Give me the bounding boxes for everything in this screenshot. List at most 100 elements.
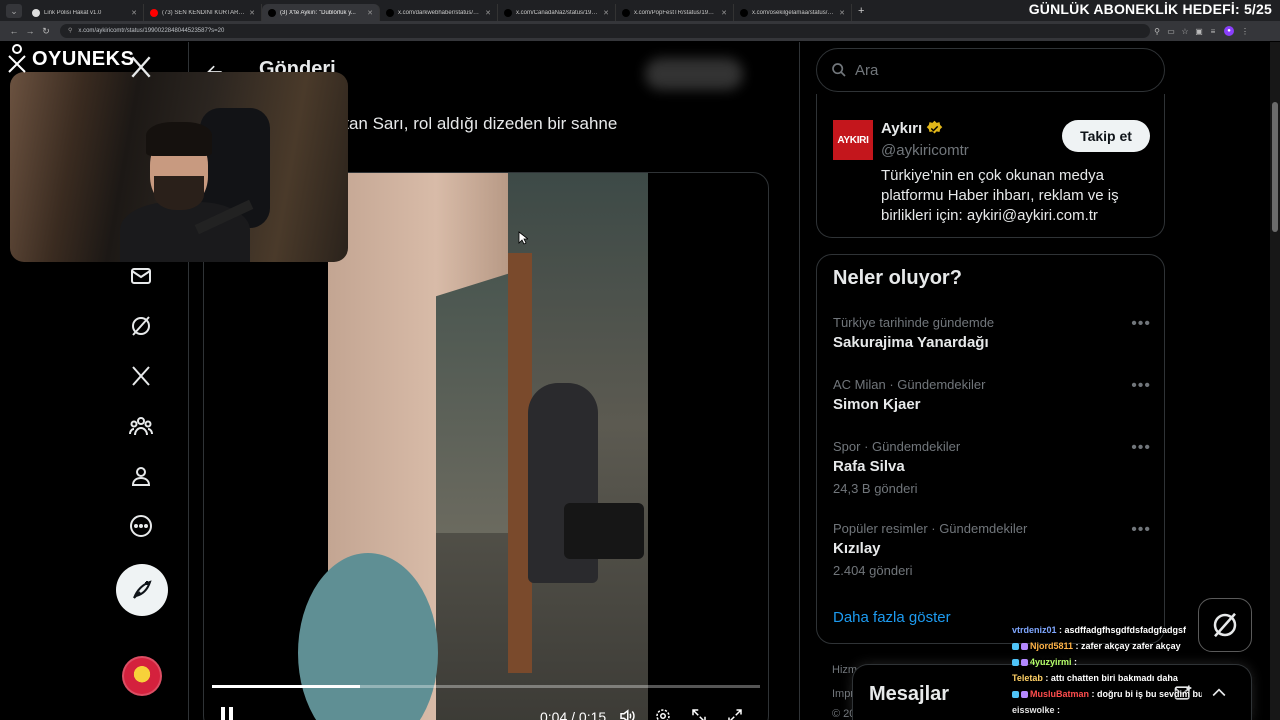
browser-tab[interactable]: (3) X'te Aykırı: "Dublörlük y... ✕ bbox=[262, 4, 380, 21]
trend-item[interactable]: Spor · Gündemdekiler Rafa Silva 24,3 B g… bbox=[833, 439, 1151, 499]
new-tab-button[interactable]: + bbox=[858, 5, 864, 17]
reload-icon[interactable]: ↻ bbox=[38, 26, 54, 37]
chat-badge-icon bbox=[1012, 659, 1019, 666]
tab-search-button[interactable]: ⌄ bbox=[6, 3, 22, 18]
scrollbar-thumb[interactable] bbox=[1272, 102, 1278, 232]
browser-menu-icon[interactable]: ⋮ bbox=[1238, 27, 1252, 36]
more-nav-icon[interactable] bbox=[116, 506, 166, 546]
chat-message: 4yuzyirmi : bbox=[1012, 654, 1202, 670]
browser-tab[interactable]: (73) SEN KENDİNİ KURTAR | 5... ✕ bbox=[144, 4, 262, 21]
chat-separator: : bbox=[1042, 673, 1051, 683]
account-name[interactable]: Aykırı bbox=[881, 120, 922, 137]
chat-separator: : bbox=[1089, 689, 1098, 699]
close-tab-icon[interactable]: ✕ bbox=[603, 9, 609, 17]
tab-label: (3) X'te Aykırı: "Dublörlük y... bbox=[280, 9, 356, 16]
picture-in-picture-icon[interactable] bbox=[690, 707, 708, 720]
communities-icon[interactable] bbox=[116, 406, 166, 446]
chat-message: vtrdeniz01 : asdffadgfhsgdfdsfadgfadgsf bbox=[1012, 622, 1202, 638]
trend-name: Kızılay bbox=[833, 540, 881, 557]
tab-label: Link Polisi Hakat v1.0 bbox=[44, 9, 102, 16]
address-bar[interactable]: ⚲ x.com/aykiricomtr/status/19900228480445… bbox=[60, 24, 1150, 38]
bookmark-star-icon[interactable]: ☆ bbox=[1178, 27, 1192, 36]
trend-item[interactable]: Türkiye tarihinde gündemde Sakurajima Ya… bbox=[833, 315, 1151, 375]
video-frame[interactable] bbox=[298, 173, 648, 720]
trend-meta: Türkiye tarihinde gündemde bbox=[833, 315, 995, 330]
pause-icon[interactable] bbox=[218, 705, 236, 720]
grok-nav-icon[interactable] bbox=[116, 306, 166, 346]
extension-icon[interactable]: ≡ bbox=[1206, 27, 1220, 36]
video-controls: 0:04 / 0:15 bbox=[204, 699, 768, 720]
trend-meta: Spor · Gündemdekiler bbox=[833, 439, 961, 454]
trend-item[interactable]: AC Milan · Gündemdekiler Simon Kjaer ••• bbox=[833, 377, 1151, 437]
chat-separator: : bbox=[1054, 705, 1061, 715]
chat-text: zafer akçay zafer akçay bbox=[1081, 641, 1181, 651]
browser-tab[interactable]: x.com/PopFestTR/status/19893... ✕ bbox=[616, 4, 734, 21]
browser-tab[interactable]: x.com/osekilgelamaa/status/19... ✕ bbox=[734, 4, 852, 21]
browser-tab[interactable]: x.com/CanadaNaz/status/1989... ✕ bbox=[498, 4, 616, 21]
back-icon[interactable]: ← bbox=[6, 26, 22, 36]
close-tab-icon[interactable]: ✕ bbox=[131, 9, 137, 17]
webcam-streamer-beard bbox=[154, 176, 204, 210]
account-avatar[interactable] bbox=[122, 656, 162, 696]
aykiri-logo[interactable]: AYKIRI bbox=[833, 120, 873, 160]
zoom-icon[interactable]: ⚲ bbox=[1150, 27, 1164, 36]
browser-tab[interactable]: Link Polisi Hakat v1.0 ✕ bbox=[26, 4, 144, 21]
chat-separator: : bbox=[1071, 657, 1078, 667]
more-options-icon[interactable]: ••• bbox=[1131, 315, 1151, 333]
forward-icon[interactable]: → bbox=[22, 26, 38, 36]
chat-separator: : bbox=[1056, 625, 1065, 635]
chevron-up-icon[interactable] bbox=[1209, 683, 1229, 703]
grok-floating-button[interactable] bbox=[1198, 598, 1252, 652]
more-options-icon[interactable]: ••• bbox=[1131, 377, 1151, 395]
cast-icon[interactable]: ▭ bbox=[1164, 27, 1178, 36]
close-tab-icon[interactable]: ✕ bbox=[721, 9, 727, 17]
stream-brand-logo: OYUNEKS bbox=[6, 44, 134, 74]
close-tab-icon[interactable]: ✕ bbox=[839, 9, 845, 17]
premium-x-icon[interactable] bbox=[116, 356, 166, 396]
chat-badge-icon bbox=[1012, 691, 1019, 698]
video-progress-fill bbox=[212, 685, 360, 688]
close-tab-icon[interactable]: ✕ bbox=[249, 9, 255, 17]
chat-badge-icon bbox=[1012, 643, 1019, 650]
tab-label: (73) SEN KENDİNİ KURTAR | 5... bbox=[162, 9, 246, 16]
chat-message: MusluBatman : doğru bi iş bu sevdim bunu bbox=[1012, 686, 1202, 702]
more-options-icon[interactable]: ••• bbox=[1131, 521, 1151, 539]
trend-name: Simon Kjaer bbox=[833, 396, 921, 413]
compose-post-button[interactable] bbox=[116, 564, 168, 616]
trend-meta: AC Milan · Gündemdekiler bbox=[833, 377, 986, 392]
footer-link[interactable]: Impr bbox=[832, 688, 854, 700]
video-progress-bar[interactable] bbox=[212, 685, 760, 688]
profile-card: AYKIRI Aykırı @aykiricomtr Takip et Türk… bbox=[816, 94, 1165, 238]
search-input[interactable] bbox=[855, 61, 1135, 79]
account-handle[interactable]: @aykiricomtr bbox=[881, 142, 969, 159]
chat-badge-icon bbox=[1021, 691, 1028, 698]
right-sidebar: AYKIRI Aykırı @aykiricomtr Takip et Türk… bbox=[816, 42, 1166, 720]
x-logo-icon[interactable] bbox=[128, 54, 154, 80]
close-tab-icon[interactable]: ✕ bbox=[485, 9, 491, 17]
more-options-icon[interactable]: ••• bbox=[1131, 439, 1151, 457]
chat-text: doğru bi iş bu sevdim bunu bbox=[1097, 689, 1202, 699]
close-tab-icon[interactable]: ✕ bbox=[367, 9, 373, 17]
fullscreen-icon[interactable] bbox=[726, 707, 744, 720]
page-scrollbar[interactable] bbox=[1270, 42, 1280, 720]
x-icon bbox=[622, 8, 630, 17]
settings-gear-icon[interactable] bbox=[654, 707, 672, 720]
x-icon bbox=[386, 8, 394, 17]
profile-nav-icon[interactable] bbox=[116, 456, 166, 496]
search-box[interactable] bbox=[816, 48, 1165, 92]
browser-tab[interactable]: x.com/darkwebhaber/status/19... ✕ bbox=[380, 4, 498, 21]
messages-nav-icon[interactable] bbox=[116, 256, 166, 296]
account-name-row[interactable]: Aykırı bbox=[881, 120, 943, 137]
verified-badge-icon bbox=[926, 120, 943, 134]
extensions-icon[interactable]: ▣ bbox=[1192, 27, 1206, 36]
site-info-icon[interactable]: ⚲ bbox=[68, 28, 72, 34]
trend-meta: Popüler resimler · Gündemdekiler bbox=[833, 521, 1028, 536]
follow-button[interactable]: Takip et bbox=[1062, 120, 1150, 152]
profile-icon[interactable]: ● bbox=[1224, 26, 1234, 36]
trend-item[interactable]: Popüler resimler · Gündemdekiler Kızılay… bbox=[833, 521, 1151, 581]
volume-icon[interactable] bbox=[618, 707, 636, 720]
chat-message: Njord5811 : zafer akçay zafer akçay bbox=[1012, 638, 1202, 654]
show-more-link[interactable]: Daha fazla göster bbox=[833, 609, 951, 626]
url-text: x.com/aykiricomtr/status/199002284804452… bbox=[78, 28, 225, 34]
chat-text: attı chatten biri bakmadı daha bbox=[1050, 673, 1178, 683]
